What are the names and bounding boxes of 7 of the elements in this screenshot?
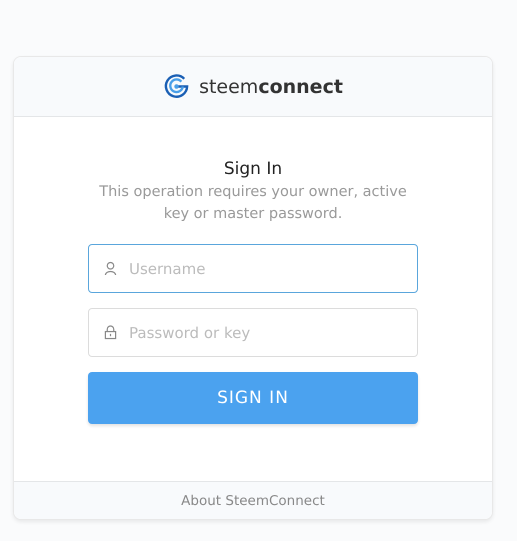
form-title: Sign In [224, 159, 282, 179]
sign-in-button[interactable]: SIGN IN [88, 372, 418, 424]
logo-icon [163, 73, 190, 100]
form-description: This operation requires your owner, active key or master password. [98, 183, 408, 224]
input-field[interactable]: Username [88, 244, 418, 293]
logo-text: steemconnect [199, 76, 343, 98]
about-link[interactable]: About SteemConnect [181, 492, 325, 508]
